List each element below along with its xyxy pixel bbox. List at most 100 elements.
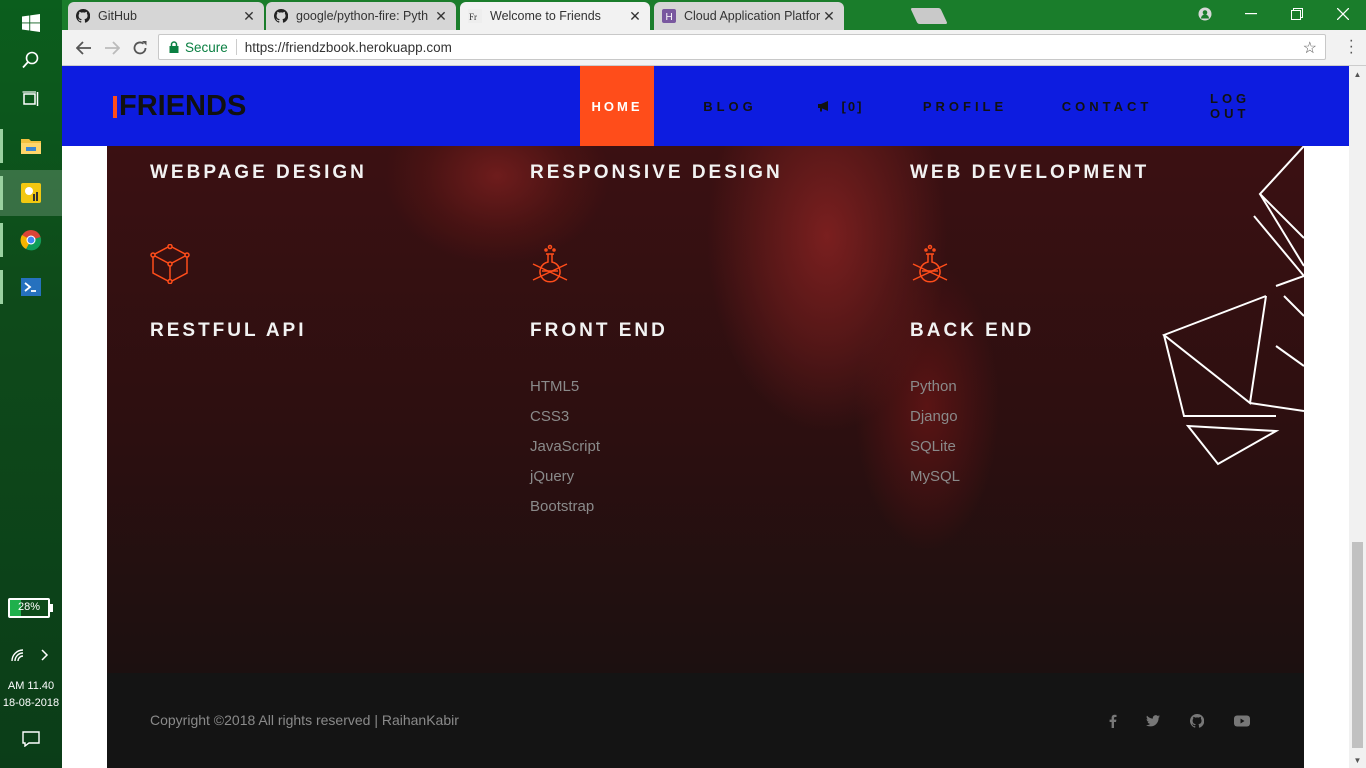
bookmark-star-icon[interactable]: ☆ <box>1303 38 1317 58</box>
tech-item: HTML5 <box>530 378 580 395</box>
logo-accent <box>113 95 117 118</box>
tech-item: Python <box>910 378 957 395</box>
tab-title: Cloud Application Platfor <box>684 9 821 23</box>
site-logo[interactable]: FRIENDS <box>113 90 246 123</box>
tab-github[interactable]: GitHub ✕ <box>68 2 264 30</box>
nav-notifications[interactable]: [0] <box>810 66 870 146</box>
battery-percent: 28% <box>17 601 41 613</box>
page-scrollbar[interactable]: ▲ ▼ <box>1349 66 1366 768</box>
nav-blog[interactable]: BLOG <box>692 66 768 146</box>
secure-indicator[interactable]: Secure <box>169 40 228 55</box>
nav-logout[interactable]: LOG OUT <box>1210 66 1296 146</box>
notification-icon <box>22 731 40 747</box>
github-icon <box>274 9 288 23</box>
wifi-icon <box>11 649 24 662</box>
chrome-taskbar-button[interactable] <box>0 217 62 263</box>
back-button[interactable] <box>72 36 96 60</box>
chrome-icon <box>20 230 42 251</box>
restore-button[interactable] <box>1274 0 1320 28</box>
minimize-button[interactable] <box>1228 0 1274 28</box>
task-view-icon <box>22 91 39 106</box>
tech-item: Django <box>910 408 958 425</box>
browser-toolbar: Secure https://friendzbook.herokuapp.com… <box>62 30 1366 66</box>
facebook-icon[interactable] <box>1104 712 1122 730</box>
battery-indicator[interactable]: 28% <box>8 598 50 618</box>
tech-item: SQLite <box>910 438 956 455</box>
reload-button[interactable] <box>128 36 152 60</box>
youtube-icon[interactable] <box>1233 712 1251 730</box>
heroku-icon: H <box>662 9 676 23</box>
action-center-button[interactable] <box>0 716 62 762</box>
notification-count: [0] <box>841 98 864 114</box>
service-title-restful-api: RESTFUL API <box>150 320 307 341</box>
service-title-web-development: WEB DEVELOPMENT <box>910 162 1150 183</box>
folder-icon <box>21 139 41 154</box>
nav-home[interactable]: HOME <box>580 66 654 146</box>
powershell-button[interactable] <box>0 264 62 310</box>
service-title-responsive-design: RESPONSIVE DESIGN <box>530 162 783 183</box>
polygon-decoration <box>1162 146 1304 466</box>
service-title-webpage-design: WEBPAGE DESIGN <box>150 162 367 183</box>
clock-time[interactable]: AM 11.40 <box>0 680 62 692</box>
browser-tabstrip: GitHub ✕ google/python-fire: Pyth ✕ Fr W… <box>62 0 1366 30</box>
twitter-icon[interactable] <box>1144 712 1162 730</box>
tab-python-fire[interactable]: google/python-fire: Pyth ✕ <box>266 2 456 30</box>
service-title-front-end: FRONT END <box>530 320 668 341</box>
service-title-back-end: BACK END <box>910 320 1035 341</box>
services-section <box>107 146 1304 673</box>
lock-icon <box>169 41 179 53</box>
site-navbar: FRIENDS HOME BLOG [0] PROFILE CONTACT LO… <box>62 66 1349 146</box>
flask-icon <box>532 244 568 283</box>
scroll-up-icon[interactable]: ▲ <box>1349 70 1366 79</box>
reload-icon <box>133 41 147 55</box>
flask-icon <box>912 244 948 283</box>
close-icon[interactable]: ✕ <box>822 8 836 25</box>
page-viewport: FRIENDS HOME BLOG [0] PROFILE CONTACT LO… <box>62 66 1349 768</box>
secure-label: Secure <box>185 39 228 55</box>
chevron-right-icon <box>41 649 49 661</box>
file-explorer-button[interactable] <box>0 123 62 169</box>
tab-title: Welcome to Friends <box>490 9 601 23</box>
cube-icon <box>150 244 190 284</box>
nav-profile[interactable]: PROFILE <box>922 66 1008 146</box>
arrow-left-icon <box>76 41 91 55</box>
task-view-button[interactable] <box>0 76 62 122</box>
megaphone-icon <box>817 101 828 112</box>
svg-text:Fr: Fr <box>469 12 477 22</box>
arrow-right-icon <box>105 41 120 55</box>
close-icon[interactable]: ✕ <box>628 8 642 25</box>
copyright-text: Copyright ©2018 All rights reserved | Ra… <box>150 712 459 728</box>
show-hidden-icons-button[interactable] <box>30 632 60 678</box>
tech-item: CSS3 <box>530 408 570 425</box>
close-icon[interactable]: ✕ <box>242 8 256 25</box>
windows-logo-icon <box>22 14 40 32</box>
forward-button[interactable] <box>100 36 124 60</box>
windows-taskbar: 28% AM 11.40 18-08-2018 <box>0 0 62 768</box>
tech-item: MySQL <box>910 468 961 485</box>
github-icon <box>76 9 90 23</box>
tech-item: JavaScript <box>530 438 601 455</box>
svg-text:H: H <box>666 12 673 23</box>
battery-tip <box>50 604 53 612</box>
scroll-thumb[interactable] <box>1352 542 1363 748</box>
new-tab-button[interactable] <box>910 8 948 24</box>
tab-welcome-to-friends[interactable]: Fr Welcome to Friends ✕ <box>460 2 650 30</box>
close-window-button[interactable] <box>1320 0 1366 28</box>
tab-cloud-application-platform[interactable]: H Cloud Application Platfor ✕ <box>654 2 844 30</box>
github-icon[interactable] <box>1188 712 1206 730</box>
nav-contact[interactable]: CONTACT <box>1062 66 1152 146</box>
account-icon[interactable] <box>1182 0 1228 28</box>
clock-date[interactable]: 18-08-2018 <box>0 697 62 709</box>
power-bi-app-button[interactable] <box>0 170 62 216</box>
scroll-down-icon[interactable]: ▼ <box>1349 756 1366 765</box>
tech-item: Bootstrap <box>530 498 595 515</box>
friends-favicon: Fr <box>468 9 482 23</box>
close-icon[interactable]: ✕ <box>434 8 448 25</box>
address-bar[interactable]: Secure https://friendzbook.herokuapp.com… <box>158 34 1326 60</box>
tech-item: jQuery <box>530 468 575 485</box>
powershell-icon <box>21 278 41 296</box>
omnibox-divider <box>235 39 237 55</box>
chrome-menu-icon[interactable]: · · · <box>1349 33 1354 61</box>
tab-title: google/python-fire: Pyth <box>296 9 429 23</box>
url-text[interactable]: https://friendzbook.herokuapp.com <box>245 40 452 55</box>
